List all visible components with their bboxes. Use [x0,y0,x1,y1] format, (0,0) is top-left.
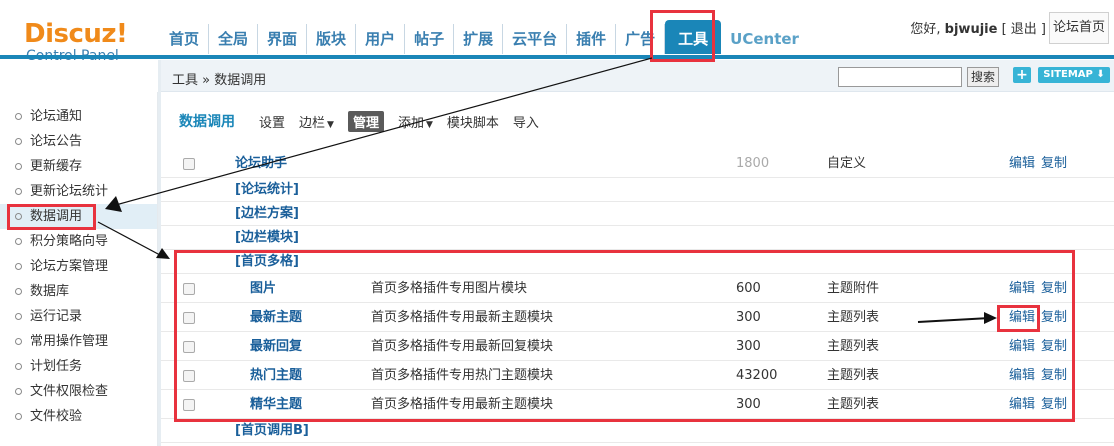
highlight-tools-tab [650,10,715,62]
sidebar-item-notice[interactable]: 论坛通知 [0,104,157,129]
category-label[interactable]: [首页调用B] [235,419,309,443]
row-checkbox[interactable] [183,158,195,170]
category-label[interactable]: [论坛统计] [235,178,299,202]
nav-global[interactable]: 全局 [209,24,259,54]
category-row: [边栏方案] [161,202,1114,226]
category-row: [边栏模块] [161,226,1114,250]
tab-manage[interactable]: 管理 [347,110,384,132]
logout-link[interactable]: [ 退出 ] [1002,22,1046,37]
control-panel-page: Discuz! Control Panel 首页 全局 界面 版块 用户 帖子 … [0,0,1114,446]
tab-settings[interactable]: 设置 [259,112,285,131]
row-actions: 编辑 复制 [1009,149,1073,178]
sub-nav: 数据调用 设置 边栏 ▼ 管理 添加 ▼ 模块脚本 导入 [179,110,553,132]
tab-module-script[interactable]: 模块脚本 [447,112,499,131]
tab-sidebar[interactable]: 边栏 ▼ [299,112,334,131]
nav-plugin[interactable]: 插件 [567,24,617,54]
nav-cloud[interactable]: 云平台 [503,24,568,54]
sidebar-item-stats[interactable]: 更新论坛统计 [0,179,157,204]
highlight-sidebar-item [7,204,96,230]
sidebar-item-file-perms[interactable]: 文件权限检查 [0,379,157,404]
nav-extended[interactable]: 扩展 [454,24,504,54]
copy-link[interactable]: 复制 [1041,156,1067,171]
chevron-down-icon: ▼ [425,119,433,130]
sidebar-item-cron[interactable]: 计划任务 [0,354,157,379]
search-input[interactable] [838,67,962,87]
module-type: 自定义 [827,156,867,171]
category-label[interactable]: [边栏方案] [235,202,299,226]
sidebar-item-file-check[interactable]: 文件校验 [0,404,157,429]
nav-user[interactable]: 用户 [356,24,406,54]
category-row: [论坛统计] [161,178,1114,202]
sidebar-item-credit-wizard[interactable]: 积分策略向导 [0,229,157,254]
highlight-module-group [174,250,1075,422]
breadcrumb-bar: 工具 » 数据调用 搜索 + SITEMAP ⬇ [160,60,1114,92]
section-title: 数据调用 [179,114,235,130]
tab-sidebar-label: 边栏 [299,115,326,131]
greeting: 您好, [910,22,941,37]
table-row: 论坛助手 1800 自定义 编辑 复制 [161,149,1114,178]
sitemap-button[interactable]: SITEMAP ⬇ [1038,67,1110,83]
sidebar-item-logs[interactable]: 运行记录 [0,304,157,329]
forum-home-button[interactable]: 论坛首页 [1049,12,1109,44]
tab-add-label: 添加 [397,115,424,131]
header: Discuz! Control Panel 首页 全局 界面 版块 用户 帖子 … [0,0,1114,64]
sidebar-item-common-ops[interactable]: 常用操作管理 [0,329,157,354]
user-bar: 您好, bjwujie [ 退出 ] [910,18,1046,37]
category-row: [首页调用B] [161,419,1114,443]
module-name[interactable]: 论坛助手 [235,149,287,178]
nav-forum[interactable]: 版块 [307,24,357,54]
sidebar-item-announce[interactable]: 论坛公告 [0,129,157,154]
highlight-edit-link [997,305,1040,332]
sidebar-item-scheme[interactable]: 论坛方案管理 [0,254,157,279]
nav-topic[interactable]: 帖子 [405,24,455,54]
tab-import[interactable]: 导入 [513,112,539,131]
tab-add[interactable]: 添加 ▼ [398,112,433,131]
username: bjwujie [944,22,998,37]
nav-home[interactable]: 首页 [160,24,210,54]
edit-link[interactable]: 编辑 [1009,156,1035,171]
add-shortcut-button[interactable]: + [1013,67,1031,83]
module-cache-time: 1800 [736,156,770,171]
sidebar-item-database[interactable]: 数据库 [0,279,157,304]
category-label[interactable]: [边栏模块] [235,226,299,250]
nav-style[interactable]: 界面 [258,24,308,54]
sidebar: 论坛通知 论坛公告 更新缓存 更新论坛统计 数据调用 积分策略向导 论坛方案管理… [0,92,158,446]
header-underline [0,55,1114,59]
chevron-down-icon: ▼ [327,119,334,130]
search-button[interactable]: 搜索 [967,67,999,87]
nav-ucenter[interactable]: UCenter [721,24,808,54]
logo-main: Discuz! [24,19,128,49]
breadcrumb: 工具 » 数据调用 [172,73,267,88]
sidebar-item-cache[interactable]: 更新缓存 [0,154,157,179]
